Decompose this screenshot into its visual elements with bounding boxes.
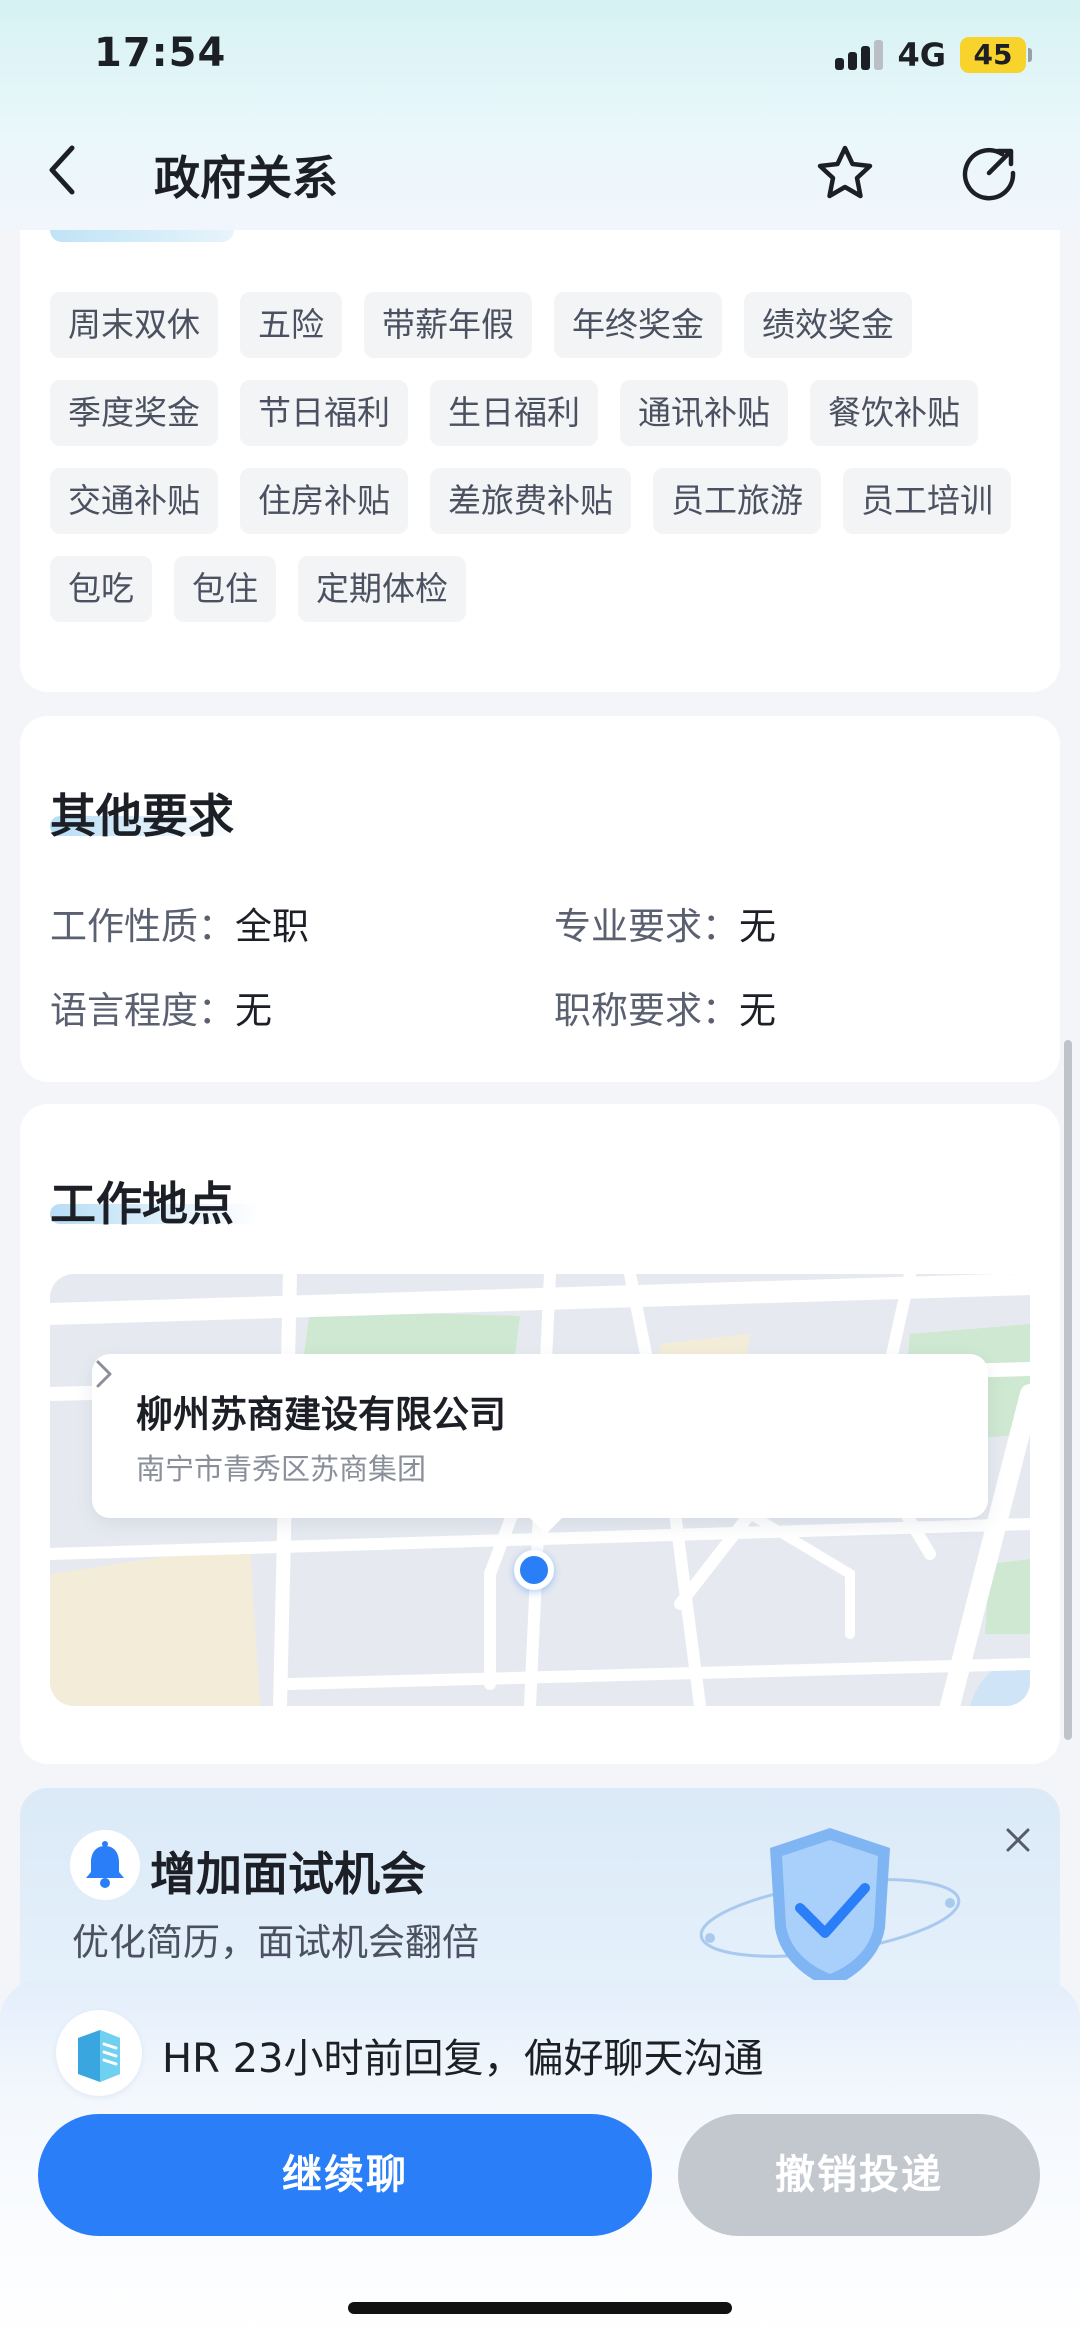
requirement-item: 职称要求：无 [554, 980, 776, 1034]
bell-icon-container [70, 1830, 140, 1900]
requirement-item: 工作性质：全职 [50, 896, 309, 950]
requirement-item: 专业要求：无 [554, 896, 776, 950]
benefit-tag: 年终奖金 [554, 292, 722, 358]
benefit-tag: 五险 [240, 292, 342, 358]
requirement-key: 职称要求： [554, 989, 739, 1032]
requirement-item: 语言程度：无 [50, 980, 272, 1034]
withdraw-application-button[interactable]: 撤销投递 [678, 2114, 1040, 2236]
requirement-value: 无 [739, 905, 776, 948]
work-location-card: 工作地点 柳州苏商建设有限公司 南宁市青秀区苏商集团 [20, 1104, 1060, 1764]
signal-icon [835, 40, 884, 70]
benefit-tag: 包住 [174, 556, 276, 622]
benefit-tag: 季度奖金 [50, 380, 218, 446]
location-map[interactable]: 柳州苏商建设有限公司 南宁市青秀区苏商集团 [50, 1274, 1030, 1706]
network-label: 4G [897, 36, 946, 74]
section-title-location: 工作地点 [50, 1177, 234, 1231]
map-pin-icon [514, 1550, 554, 1590]
scrollbar[interactable] [1064, 1040, 1072, 1740]
hr-avatar [56, 2010, 142, 2096]
close-icon[interactable] [998, 1820, 1038, 1860]
location-info-card[interactable]: 柳州苏商建设有限公司 南宁市青秀区苏商集团 [92, 1354, 988, 1534]
promo-title: 增加面试机会 [150, 1847, 426, 1901]
benefit-tag: 差旅费补贴 [430, 468, 631, 534]
top-bar: 17:54 4G 45 政府关系 [0, 0, 1080, 230]
benefit-tags: 周末双休 五险 带薪年假 年终奖金 绩效奖金 季度奖金 节日福利 生日福利 通讯… [50, 292, 1040, 622]
company-name: 柳州苏商建设有限公司 [136, 1393, 506, 1436]
benefit-tag: 绩效奖金 [744, 292, 912, 358]
requirement-key: 专业要求： [554, 905, 739, 948]
status-icons: 4G 45 [835, 36, 1032, 74]
bottom-action-bar: HR 23小时前回复，偏好聊天沟通 继续聊 撤销投递 [0, 1980, 1080, 2337]
promo-subtitle: 优化简历，面试机会翻倍 [72, 1921, 479, 1964]
benefit-tag: 周末双休 [50, 292, 218, 358]
company-address: 南宁市青秀区苏商集团 [136, 1452, 427, 1486]
chevron-right-icon [96, 1360, 112, 1388]
requirement-key: 语言程度： [50, 989, 235, 1032]
benefit-tag: 包吃 [50, 556, 152, 622]
hr-reply-status: HR 23小时前回复，偏好聊天沟通 [162, 2036, 764, 2082]
benefits-card: 周末双休 五险 带薪年假 年终奖金 绩效奖金 季度奖金 节日福利 生日福利 通讯… [20, 160, 1060, 692]
benefit-tag: 住房补贴 [240, 468, 408, 534]
book-icon [78, 2030, 120, 2082]
section-title-other: 其他要求 [50, 789, 234, 843]
shield-check-icon [699, 1828, 961, 1988]
benefit-tag: 生日福利 [430, 380, 598, 446]
requirement-value: 全职 [235, 905, 309, 948]
status-time: 17:54 [94, 30, 227, 76]
star-icon[interactable] [814, 142, 876, 204]
promo-banner[interactable]: 增加面试机会 优化简历，面试机会翻倍 [20, 1788, 1060, 2008]
home-indicator[interactable] [348, 2302, 732, 2314]
benefit-tag: 员工旅游 [653, 468, 821, 534]
benefit-tag: 通讯补贴 [620, 380, 788, 446]
benefit-tag: 餐饮补贴 [810, 380, 978, 446]
benefit-tag: 节日福利 [240, 380, 408, 446]
requirement-value: 无 [739, 989, 776, 1032]
page-title: 政府关系 [154, 151, 338, 205]
back-icon[interactable] [40, 140, 84, 200]
bell-icon [86, 1841, 124, 1888]
benefit-tag: 带薪年假 [364, 292, 532, 358]
requirement-key: 工作性质： [50, 905, 235, 948]
share-icon[interactable] [958, 142, 1020, 204]
benefit-tag: 定期体检 [298, 556, 466, 622]
requirement-value: 无 [235, 989, 272, 1032]
continue-chat-button[interactable]: 继续聊 [38, 2114, 652, 2236]
benefit-tag: 员工培训 [843, 468, 1011, 534]
benefit-tag: 交通补贴 [50, 468, 218, 534]
other-requirements-card: 其他要求 工作性质：全职 专业要求：无 语言程度：无 职称要求：无 [20, 716, 1060, 1082]
battery-icon: 45 [960, 37, 1032, 73]
